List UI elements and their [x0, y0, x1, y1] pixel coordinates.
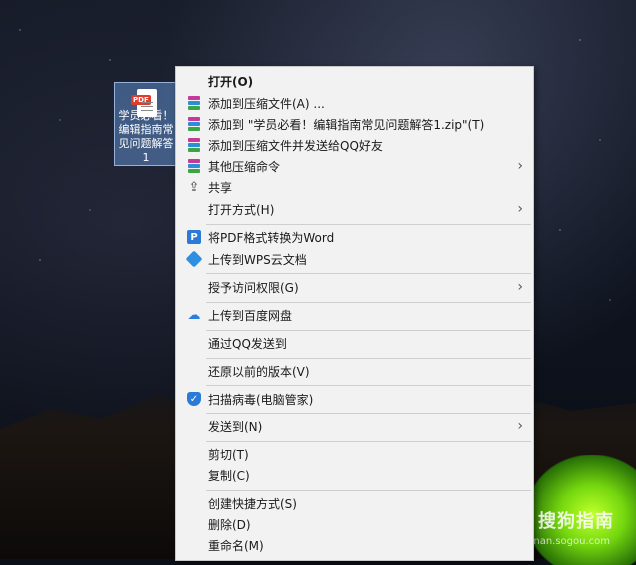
menu-item-share[interactable]: ⇪ 共享: [176, 177, 533, 197]
menu-separator: [206, 358, 531, 359]
menu-item-pdf-to-word[interactable]: P 将PDF格式转换为Word: [176, 227, 533, 247]
shield-icon: ✓: [186, 391, 202, 407]
menu-separator: [206, 224, 531, 225]
menu-separator: [206, 441, 531, 442]
chevron-right-icon: ›: [517, 279, 523, 295]
menu-separator: [206, 413, 531, 414]
wps-cloud-icon: [185, 250, 203, 268]
menu-item-open-with[interactable]: 打开方式(H) ›: [176, 199, 533, 219]
menu-item-send-qq[interactable]: 通过QQ发送到: [176, 333, 533, 353]
menu-separator: [206, 330, 531, 331]
context-menu: 打开(O) 添加到压缩文件(A) ... 添加到 "学员必看！编辑指南常见问题解…: [175, 66, 534, 561]
menu-item-archive-send-qq[interactable]: 添加到压缩文件并发送给QQ好友: [176, 135, 533, 155]
pdf-file-icon: PDF: [131, 89, 161, 117]
menu-item-restore-versions[interactable]: 还原以前的版本(V): [176, 361, 533, 381]
menu-separator: [206, 490, 531, 491]
pdf-convert-icon: P: [186, 229, 202, 245]
menu-item-copy[interactable]: 复制(C): [176, 465, 533, 485]
chevron-right-icon: ›: [517, 418, 523, 434]
winrar-icon: [186, 137, 202, 153]
winrar-icon: [186, 116, 202, 132]
menu-separator: [206, 302, 531, 303]
menu-item-create-shortcut[interactable]: 创建快捷方式(S): [176, 493, 533, 513]
menu-item-send-to[interactable]: 发送到(N) ›: [176, 416, 533, 436]
winrar-icon: [186, 158, 202, 174]
menu-item-rename[interactable]: 重命名(M): [176, 535, 533, 555]
menu-separator: [206, 273, 531, 274]
chevron-right-icon: ›: [517, 201, 523, 217]
menu-item-upload-baidu[interactable]: ☁ 上传到百度网盘: [176, 305, 533, 325]
desktop-pdf-file[interactable]: PDF 学员必看！编辑指南常见问题解答1: [114, 82, 178, 166]
menu-item-other-compress[interactable]: 其他压缩命令 ›: [176, 156, 533, 176]
menu-item-open[interactable]: 打开(O): [176, 71, 533, 91]
winrar-icon: [186, 95, 202, 111]
desktop-file-label: 学员必看！编辑指南常见问题解答1: [118, 109, 174, 164]
menu-item-delete[interactable]: 删除(D): [176, 514, 533, 534]
watermark-text: 搜狗指南: [538, 511, 614, 532]
menu-item-upload-wps[interactable]: 上传到WPS云文档: [176, 249, 533, 269]
menu-item-scan-virus[interactable]: ✓ 扫描病毒(电脑管家): [176, 389, 533, 409]
menu-item-add-to-zip[interactable]: 添加到 "学员必看！编辑指南常见问题解答1.zip"(T): [176, 114, 533, 134]
menu-item-grant-access[interactable]: 授予访问权限(G) ›: [176, 277, 533, 297]
chevron-right-icon: ›: [517, 158, 523, 174]
baidu-netdisk-icon: ☁: [187, 307, 201, 323]
share-icon: ⇪: [188, 179, 200, 195]
menu-item-cut[interactable]: 剪切(T): [176, 444, 533, 464]
menu-item-add-to-archive[interactable]: 添加到压缩文件(A) ...: [176, 93, 533, 113]
menu-separator: [206, 385, 531, 386]
